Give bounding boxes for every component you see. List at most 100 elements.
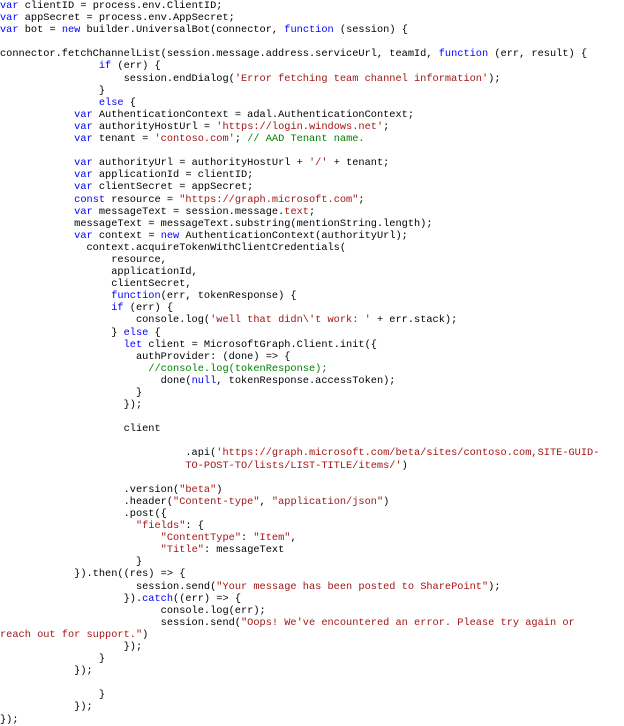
- code-token: ,: [259, 495, 272, 508]
- code-line: const resource = "https://graph.microsof…: [0, 194, 624, 206]
- code-token: "Oops! We've encountered an error. Pleas…: [241, 616, 575, 629]
- code-token: : messageText: [203, 544, 285, 557]
- code-token: client: [0, 423, 161, 436]
- code-line: authProvider: (done) => {: [0, 351, 624, 363]
- code-token: tenant =: [92, 133, 155, 146]
- code-line: .api('https://graph.microsoft.com/beta/s…: [0, 447, 624, 459]
- code-token: var: [74, 181, 93, 194]
- code-token: ;: [383, 120, 390, 133]
- code-line: resource,: [0, 254, 624, 266]
- code-line: session.send("Oops! We've encountered an…: [0, 617, 624, 629]
- code-token: "Content-type": [173, 495, 260, 508]
- code-token: var: [74, 120, 93, 133]
- code-token: null: [191, 374, 217, 387]
- code-token: .api(: [0, 447, 217, 460]
- code-token: console.log(err);: [0, 604, 266, 617]
- code-token: }).then((res) => {: [0, 568, 186, 581]
- code-token: connector.fetchChannelList(session.messa…: [0, 48, 439, 61]
- code-token: session.send(: [0, 616, 241, 629]
- code-line: var bot = new builder.UniversalBot(conne…: [0, 24, 624, 36]
- code-token: AuthenticationContext = adal.Authenticat…: [92, 108, 415, 121]
- code-token: appSecret = process.env.AppSecret;: [18, 12, 235, 25]
- code-token: var: [74, 229, 93, 242]
- code-token: }).: [0, 592, 143, 605]
- code-token: new: [61, 24, 81, 37]
- code-line: } else {: [0, 327, 624, 339]
- code-line: if (err) {: [0, 60, 624, 72]
- code-token: }: [0, 84, 106, 97]
- code-line: session.endDialog('Error fetching team c…: [0, 73, 624, 85]
- code-token: clientSecret = appSecret;: [92, 181, 254, 194]
- code-line: });: [0, 641, 624, 653]
- code-token: authProvider: (done) => {: [0, 350, 291, 363]
- code-line: }: [0, 556, 624, 568]
- code-token: {: [123, 96, 136, 109]
- code-token: clientSecret,: [0, 278, 192, 291]
- code-token: "beta": [179, 483, 217, 496]
- code-token: builder.UniversalBot(connector,: [80, 24, 285, 37]
- code-token: var: [0, 12, 19, 25]
- code-line: console.log('well that didn\'t work: ' +…: [0, 314, 624, 326]
- code-token: var: [74, 108, 93, 121]
- code-line: var authorityUrl = authorityHostUrl + '/…: [0, 157, 624, 169]
- code-token: "Your message has been posted to SharePo…: [216, 580, 489, 593]
- code-token: "Title": [160, 544, 204, 557]
- code-token: }: [0, 653, 106, 666]
- code-token: if: [111, 302, 124, 315]
- code-token: ): [142, 628, 149, 641]
- code-token: done(: [0, 374, 192, 387]
- code-token: let: [123, 338, 143, 351]
- code-token: else: [123, 326, 149, 339]
- code-line: .post({: [0, 508, 624, 520]
- code-token: bot =: [18, 24, 62, 37]
- code-token: : {: [185, 520, 204, 533]
- code-token: {: [148, 326, 161, 339]
- code-token: var: [74, 205, 93, 218]
- code-token: //console.log(tokenResponse);: [148, 362, 328, 375]
- code-line: var authorityHostUrl = 'https://login.wi…: [0, 121, 624, 133]
- code-token: });: [0, 665, 93, 678]
- code-line: reach out for support."): [0, 629, 624, 641]
- code-line: var tenant = 'contoso.com'; // AAD Tenan…: [0, 133, 624, 145]
- code-token: );: [488, 580, 501, 593]
- code-token: AuthenticationContext(authorityUrl);: [179, 229, 408, 242]
- code-line: var applicationId = clientID;: [0, 169, 624, 181]
- code-line: if (err) {: [0, 302, 624, 314]
- code-token: }: [0, 556, 143, 569]
- code-token: var: [74, 169, 93, 182]
- code-line: "Title": messageText: [0, 544, 624, 556]
- code-token: text: [284, 205, 309, 218]
- code-line: messageText = messageText.substring(ment…: [0, 218, 624, 230]
- code-token: });: [0, 399, 143, 412]
- code-line: done(null, tokenResponse.accessToken);: [0, 375, 624, 387]
- code-line: TO-POST-TO/lists/LIST-TITLE/items/'): [0, 460, 624, 472]
- code-token: + tenant;: [327, 157, 390, 170]
- code-line: var clientSecret = appSecret;: [0, 181, 624, 193]
- code-line: "ContentType": "Item",: [0, 532, 624, 544]
- code-line: }: [0, 689, 624, 701]
- code-token: function: [111, 290, 161, 303]
- code-token: ;: [358, 193, 365, 206]
- code-token: messageText = session.message.: [92, 205, 285, 218]
- code-token: resource =: [105, 193, 180, 206]
- code-token: ): [383, 495, 390, 508]
